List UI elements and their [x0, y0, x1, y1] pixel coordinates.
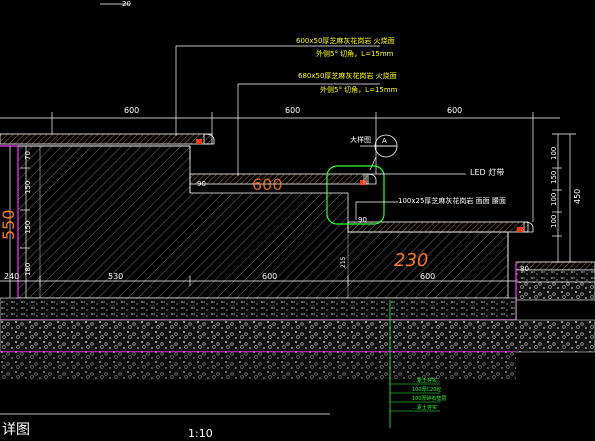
legend-line-1: …素土夯实… — [412, 377, 442, 384]
callout-2-line2: 外侧5° 切角，L=15mm — [320, 85, 398, 94]
callout-leaders — [175, 45, 380, 176]
legend-line-4: …素土夯实 — [412, 404, 437, 411]
dim-bottom-530: 530 — [108, 272, 123, 281]
dim-top-left: 600 — [124, 106, 139, 115]
dim-right-100b: 100 — [550, 193, 558, 206]
dim-left-150: 150 — [24, 181, 32, 194]
callout-2-line1: 680x50厚芝麻灰花岗岩 火烧面 — [298, 71, 397, 80]
handwritten-230: 230 — [394, 250, 428, 271]
top-dimension-value: 20 — [122, 0, 131, 8]
granite-strip-label: 100x25厚芝麻灰花岗岩 面面 腰面 — [398, 196, 506, 205]
callout-1-line1: 600x50厚芝麻灰花岗岩 火烧面 — [296, 36, 395, 45]
led-leader — [363, 173, 466, 184]
dim-right-100a: 100 — [550, 147, 558, 160]
foundation-layers — [0, 297, 595, 380]
dim-bottom-600-right: 600 — [420, 272, 435, 281]
dim-right-100c: 100 — [550, 215, 558, 228]
dim-step-90-a: 90 — [197, 180, 206, 188]
callout-1-line2: 外侧5° 切角，L=15mm — [316, 49, 394, 58]
dim-step-80: 80 — [520, 265, 529, 273]
drawing-title-fragment: 详图 — [2, 422, 30, 438]
granite-cap-middle — [189, 173, 377, 193]
legend-line-3: 100厚碎石垫层 — [412, 395, 447, 402]
handwritten-550: 550 — [0, 209, 18, 240]
cad-drawing-canvas[interactable]: 20 600 600 600 600x50厚芝麻灰花岗岩 火烧面 外侧5° 切角… — [0, 0, 595, 441]
dim-top-right: 600 — [447, 106, 462, 115]
dim-right-150a: 150 — [550, 171, 558, 184]
dim-left-240: 240 — [4, 272, 19, 281]
handwritten-600: 600 — [252, 175, 283, 194]
dim-left-180: 180 — [24, 263, 32, 276]
dim-right-450: 450 — [573, 189, 582, 204]
legend-line-2: 100厚C20砼 — [412, 386, 441, 393]
led-label: LED 灯带 — [470, 167, 504, 177]
dim-step-90-b: 90 — [358, 216, 367, 224]
detail-id: A — [382, 137, 387, 145]
dim-step-215: 215 — [340, 256, 347, 268]
dim-bottom-600-mid: 600 — [262, 272, 277, 281]
dim-left-70: 70 — [24, 151, 32, 160]
detail-label: 大样图 — [350, 135, 371, 144]
dim-left-150b: 150 — [24, 221, 32, 234]
drawing-scale: 1:10 — [188, 427, 213, 440]
dim-top-mid: 600 — [285, 106, 300, 115]
